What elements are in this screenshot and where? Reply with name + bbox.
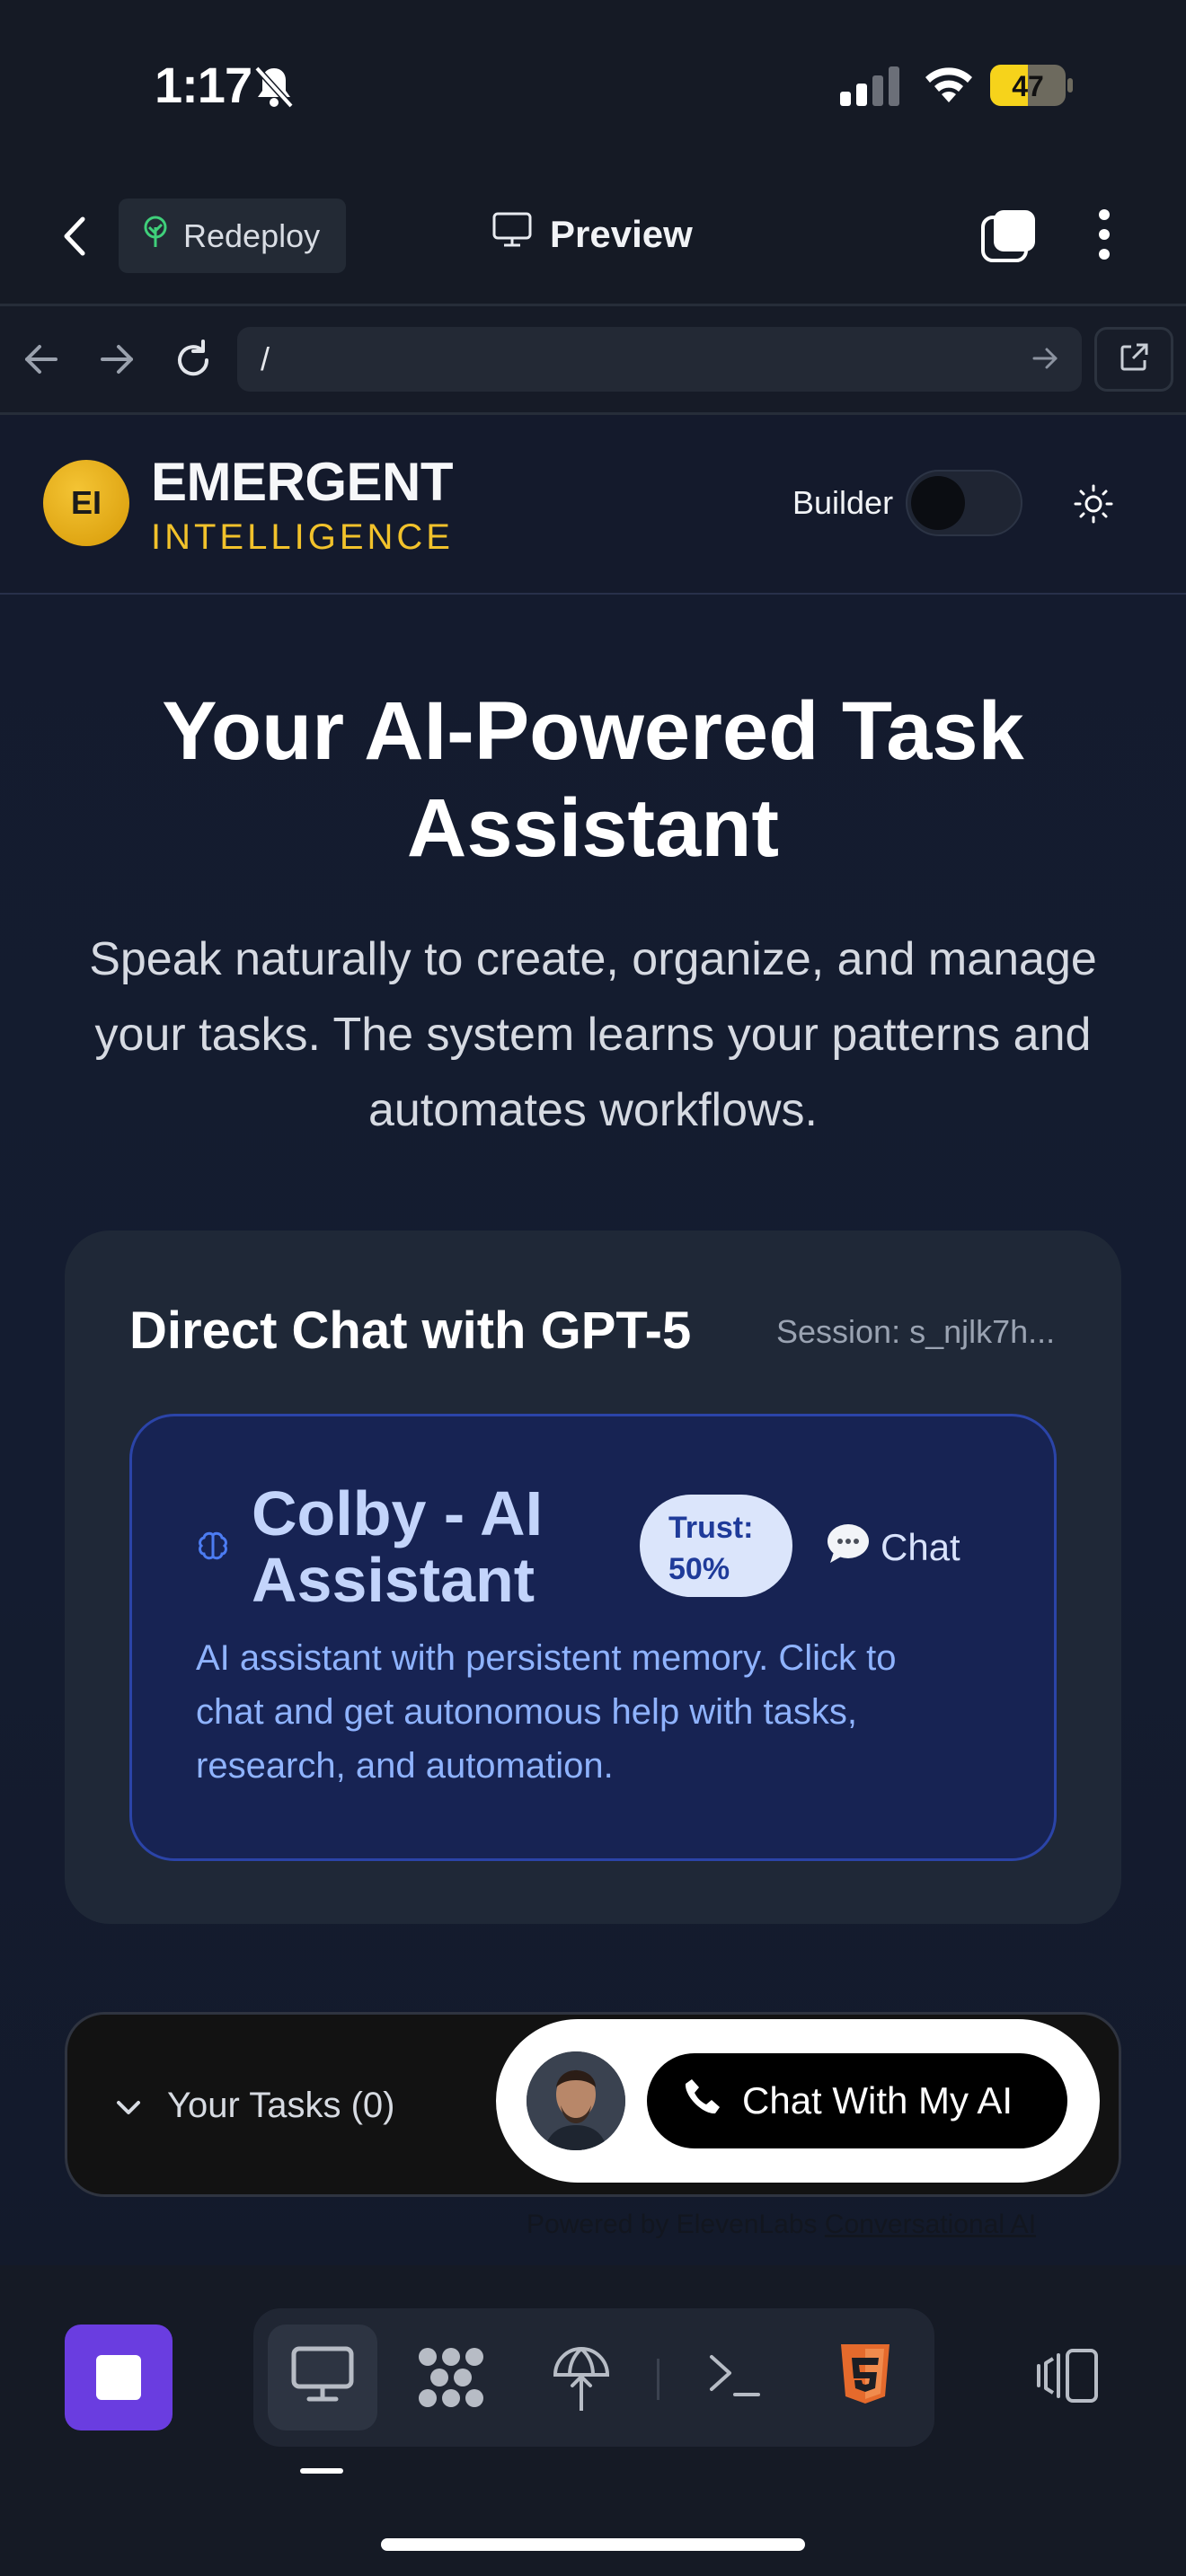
trust-badge: Trust: 50% xyxy=(640,1495,792,1597)
powered-by-link[interactable]: Conversational AI xyxy=(825,2210,1036,2239)
sun-icon[interactable] xyxy=(1073,483,1114,529)
chat-link[interactable]: Chat xyxy=(825,1522,960,1574)
hero-title: Your AI-Powered Task Assistant xyxy=(162,685,1024,874)
terminal-icon[interactable] xyxy=(708,2351,762,2404)
tree-icon xyxy=(140,216,171,256)
arrow-left-icon[interactable] xyxy=(23,343,59,380)
avatar xyxy=(527,2051,625,2150)
brand-name: EMERGENT xyxy=(151,452,454,512)
stop-button[interactable] xyxy=(65,2325,173,2430)
chat-label: Chat xyxy=(881,1526,960,1568)
signal-icon xyxy=(840,66,901,110)
assistant-name: Colby - AI Assistant xyxy=(252,1478,544,1615)
back-icon[interactable] xyxy=(58,216,93,261)
external-link-icon xyxy=(1119,342,1149,377)
toggle-knob xyxy=(911,476,965,530)
chevron-down-icon xyxy=(115,2086,142,2126)
tabs-icon[interactable] xyxy=(981,208,1037,267)
tasks-toggle[interactable]: Your Tasks (0) xyxy=(115,2086,394,2126)
arrow-right-icon[interactable] xyxy=(99,343,135,380)
more-icon[interactable] xyxy=(1098,208,1111,265)
session-id: Session: s_njlk7h... xyxy=(776,1313,1056,1350)
monitor-icon[interactable] xyxy=(291,2346,354,2408)
app-grid-icon[interactable] xyxy=(417,2346,485,2413)
html5-icon[interactable] xyxy=(839,2342,891,2410)
home-indicator[interactable] xyxy=(381,2538,805,2551)
chat-with-ai-button[interactable]: Chat With My AI xyxy=(647,2053,1067,2148)
bell-slash-icon xyxy=(253,65,295,114)
deploy-icon[interactable] xyxy=(550,2346,613,2417)
go-arrow-icon[interactable] xyxy=(1031,345,1058,376)
svg-text:47: 47 xyxy=(1012,70,1044,102)
tasks-label: Your Tasks (0) xyxy=(167,2086,395,2125)
stop-icon xyxy=(96,2355,141,2400)
powered-by-text: Powered by ElevenLabs xyxy=(527,2210,818,2239)
brain-icon xyxy=(196,1531,230,1569)
open-external-button[interactable] xyxy=(1094,327,1173,392)
logo[interactable]: EI xyxy=(43,460,129,546)
assistant-description: AI assistant with persistent memory. Cli… xyxy=(196,1638,897,1786)
speech-bubble-icon xyxy=(825,1522,872,1574)
logo-text: EI xyxy=(70,484,102,521)
active-indicator xyxy=(300,2468,343,2474)
url-input[interactable]: / xyxy=(237,327,1082,392)
brand-tagline: INTELLIGENCE xyxy=(151,517,454,557)
preview-label: Preview xyxy=(550,213,693,255)
phone-icon xyxy=(683,2077,722,2125)
redeploy-button[interactable]: Redeploy xyxy=(119,198,346,273)
split-view-icon[interactable] xyxy=(1035,2348,1100,2408)
divider xyxy=(657,2359,659,2400)
redeploy-label: Redeploy xyxy=(183,216,321,254)
powered-by: Powered by ElevenLabs Conversational AI xyxy=(527,2210,1036,2240)
status-time: 1:17 xyxy=(155,57,252,113)
preview-tab[interactable]: Preview xyxy=(492,212,693,257)
reload-icon[interactable] xyxy=(173,340,214,385)
chat-card-title: Direct Chat with GPT-5 xyxy=(129,1301,692,1360)
hero-subtitle: Speak naturally to create, organize, and… xyxy=(89,933,1097,1136)
builder-label: Builder xyxy=(792,484,894,521)
monitor-icon xyxy=(492,212,532,257)
chat-with-ai-label: Chat With My AI xyxy=(742,2079,1013,2122)
wifi-icon xyxy=(922,63,976,109)
battery-icon: 47 xyxy=(990,65,1073,106)
url-text: / xyxy=(261,340,270,377)
